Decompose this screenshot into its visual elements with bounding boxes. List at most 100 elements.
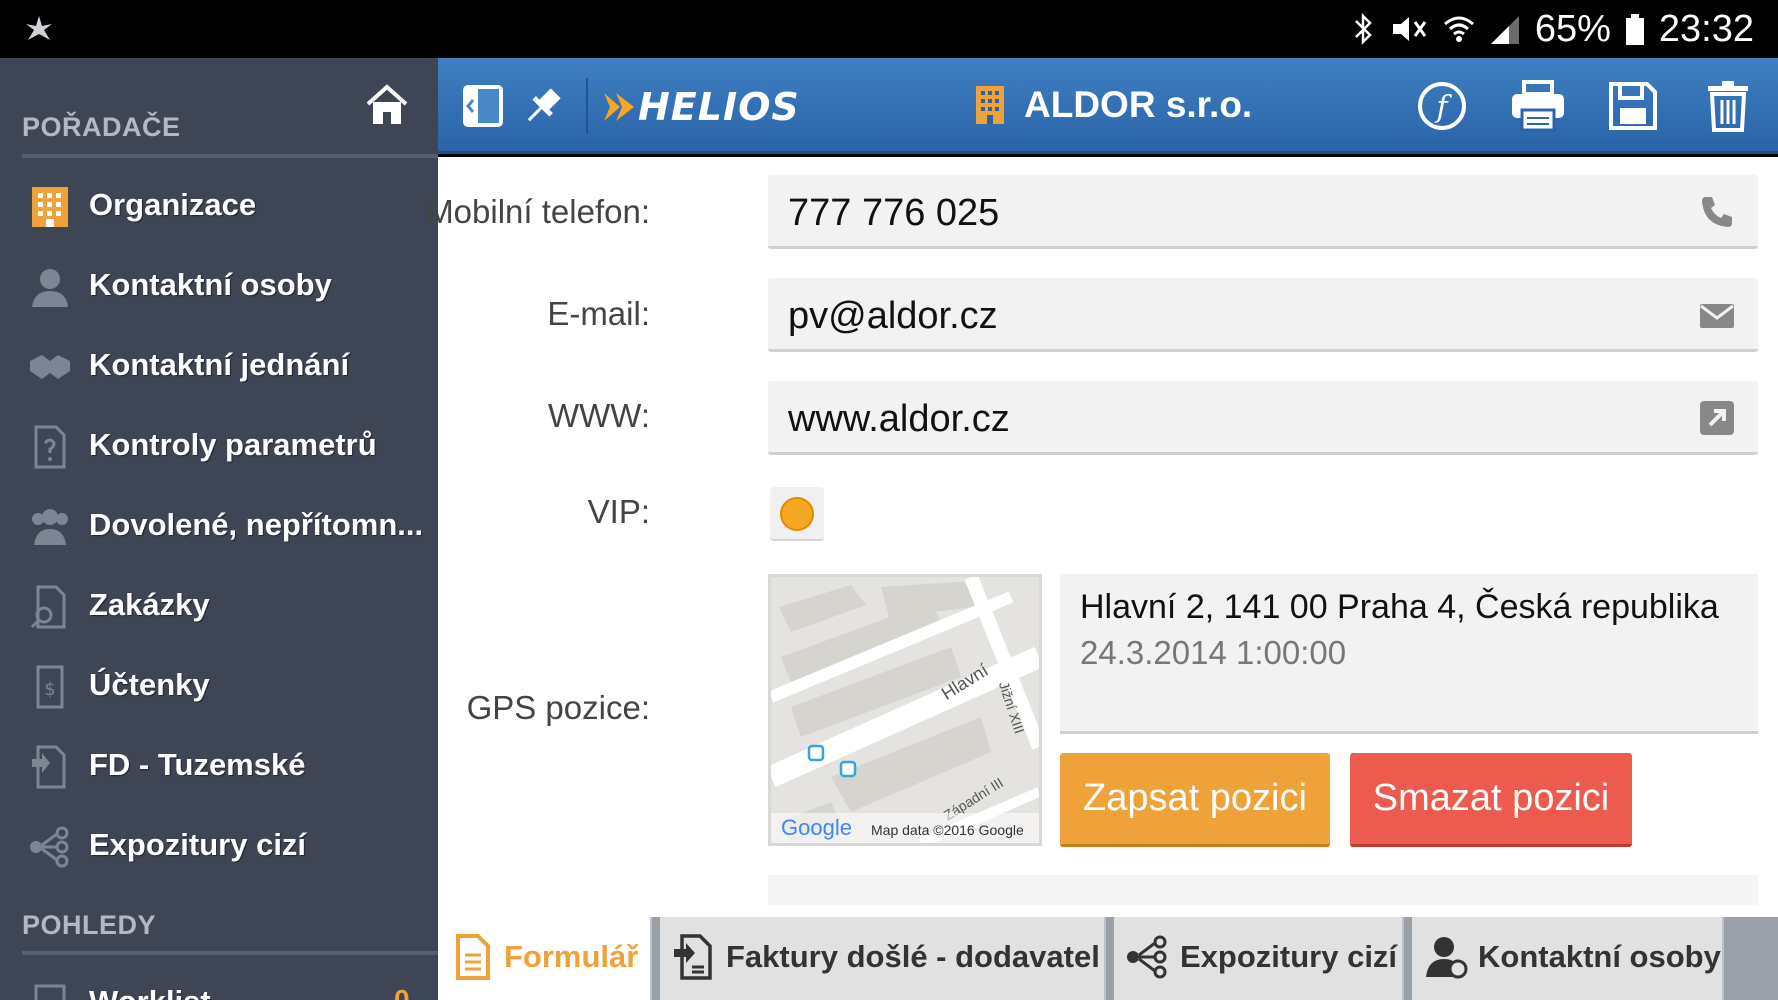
building-icon	[976, 86, 1004, 124]
delete-icon[interactable]	[1704, 80, 1752, 132]
signal-icon	[1490, 16, 1519, 44]
email-field[interactable]: pv@aldor.cz	[768, 278, 1758, 352]
gps-address: Hlavní 2, 141 00 Praha 4, Česká republik…	[1080, 588, 1719, 626]
sidebar-item-kontroly-parametru[interactable]: Kontroly parametrů	[0, 407, 438, 487]
save-icon[interactable]	[1608, 80, 1658, 132]
bluetooth-icon	[1354, 12, 1372, 46]
svg-text:f: f	[1434, 90, 1452, 125]
gps-timestamp: 24.3.2014 1:00:00	[1080, 634, 1347, 671]
sidebar-item-label: Organizace	[89, 187, 257, 222]
sidebar-item-expozitury-cizi[interactable]: Expozitury cizí	[0, 807, 438, 887]
list-icon	[34, 984, 66, 1000]
wifi-icon	[1443, 16, 1474, 42]
tab-faktury-dosle[interactable]: Faktury došlé - dodavatel	[660, 917, 1106, 1000]
svg-text:$: $	[44, 679, 55, 700]
sidebar: POŘADAČE Organizace Kontaktní osoby Kont…	[0, 58, 438, 1000]
handshake-icon	[30, 355, 70, 379]
branches-icon	[1127, 935, 1167, 979]
gps-address-box: Hlavní 2, 141 00 Praha 4, Česká republik…	[1060, 574, 1758, 734]
sidebar-toggle-icon[interactable]	[460, 80, 506, 132]
tab-label: Formulář	[504, 939, 639, 974]
tab-expozitury-cizi[interactable]: Expozitury cizí	[1114, 917, 1404, 1000]
map-image: Hlavní Jižní XIII Západní III Google Map…	[771, 577, 1039, 843]
phone-icon[interactable]	[1698, 193, 1736, 231]
bottom-tab-bar: Formulář Faktury došlé - dodavatel Expoz…	[438, 917, 1778, 1000]
vip-label: VIP:	[587, 493, 650, 530]
section-divider	[22, 154, 438, 158]
status-bar: 65% 23:32	[0, 0, 1778, 58]
sidebar-item-label: Kontaktní jednání	[89, 347, 350, 382]
invoice-icon	[674, 934, 712, 980]
sidebar-item-label: Účtenky	[89, 667, 210, 702]
battery-percentage: 65%	[1534, 7, 1611, 50]
email-label: E-mail:	[547, 295, 650, 332]
company-name: ALDOR s.r.o.	[1024, 84, 1253, 125]
print-icon[interactable]	[1510, 80, 1566, 132]
tab-formular[interactable]: Formulář	[438, 917, 652, 1000]
tab-kontaktni-osoby[interactable]: Kontaktní osoby	[1412, 917, 1724, 1000]
tab-label: Expozitury cizí	[1180, 939, 1398, 974]
building-icon	[32, 187, 68, 227]
worklist-count-badge: 0	[394, 984, 410, 1000]
mute-icon	[1392, 17, 1427, 41]
mobile-phone-value: 777 776 025	[788, 192, 1000, 234]
group-icon	[32, 509, 68, 545]
home-icon[interactable]	[364, 82, 410, 128]
function-icon[interactable]: f	[1416, 80, 1468, 132]
sidebar-item-label: Dovolené, nepřítomn...	[89, 507, 424, 542]
sidebar-item-label: Kontroly parametrů	[89, 427, 377, 462]
sidebar-item-fd-tuzemske[interactable]: FD - Tuzemské	[0, 727, 438, 807]
gps-label: GPS pozice:	[466, 689, 650, 726]
email-value: pv@aldor.cz	[788, 295, 998, 337]
sidebar-item-zakazky[interactable]: Zakázky	[0, 567, 438, 647]
section-header-pohledy: POHLEDY	[22, 910, 157, 940]
sidebar-item-label: Worklist	[89, 984, 211, 1000]
gps-map-thumbnail[interactable]: Hlavní Jižní XIII Západní III Google Map…	[768, 574, 1042, 846]
mobile-phone-field[interactable]: 777 776 025	[768, 175, 1758, 249]
www-label: WWW:	[547, 397, 650, 434]
vip-toggle[interactable]	[770, 487, 824, 541]
section-header-poradace: POŘADAČE	[22, 112, 181, 142]
person-icon	[1426, 937, 1468, 979]
app-notification-icon	[26, 16, 52, 40]
save-position-button[interactable]: Zapsat pozici	[1060, 753, 1330, 847]
app-header: HELIOS ALDOR s.r.o. f	[438, 58, 1778, 154]
mail-icon[interactable]	[1698, 296, 1736, 334]
section-divider	[22, 951, 438, 955]
sidebar-item-organizace[interactable]: Organizace	[0, 167, 438, 247]
sidebar-item-uctenky[interactable]: $ Účtenky	[0, 647, 438, 727]
google-logo: Google	[781, 815, 852, 840]
branches-icon	[30, 826, 69, 868]
sidebar-item-dovolene[interactable]: Dovolené, nepřítomn...	[0, 487, 438, 567]
sidebar-item-label: Expozitury cizí	[89, 827, 307, 862]
open-link-icon[interactable]	[1698, 399, 1736, 437]
sidebar-item-label: Zakázky	[89, 587, 210, 622]
mobile-phone-label: Mobilní telefon:	[426, 193, 650, 230]
person-icon	[32, 269, 68, 307]
map-attribution: Map data ©2016 Google	[871, 822, 1024, 838]
receipt-icon: $	[36, 665, 64, 709]
sidebar-item-kontaktni-osoby[interactable]: Kontaktní osoby	[0, 247, 438, 327]
delete-position-button[interactable]: Smazat pozici	[1350, 753, 1632, 847]
sidebar-item-label: Kontaktní osoby	[89, 267, 332, 302]
www-field[interactable]: www.aldor.cz	[768, 381, 1758, 455]
helios-logo-icon	[604, 93, 634, 121]
helios-logo: HELIOS	[600, 82, 800, 132]
header-divider	[586, 78, 588, 134]
order-document-icon	[30, 585, 66, 629]
sidebar-item-kontaktni-jednani[interactable]: Kontaktní jednání	[0, 327, 438, 407]
document-check-icon	[34, 425, 66, 469]
invoice-icon	[32, 745, 66, 789]
vip-indicator	[780, 497, 814, 531]
next-field-partial	[768, 875, 1758, 905]
sidebar-item-worklist[interactable]: Worklist 0	[0, 964, 438, 1000]
clock: 23:32	[1658, 7, 1754, 50]
brand-name: HELIOS	[638, 85, 800, 129]
battery-icon	[1625, 14, 1644, 45]
www-value: www.aldor.cz	[788, 398, 1010, 440]
tab-label: Faktury došlé - dodavatel	[726, 939, 1100, 974]
pin-icon[interactable]	[523, 80, 563, 132]
form-document-icon	[456, 934, 490, 980]
sidebar-item-label: FD - Tuzemské	[89, 747, 306, 782]
record-form: Mobilní telefon: 777 776 025 E-mail: pv@…	[426, 157, 1778, 917]
